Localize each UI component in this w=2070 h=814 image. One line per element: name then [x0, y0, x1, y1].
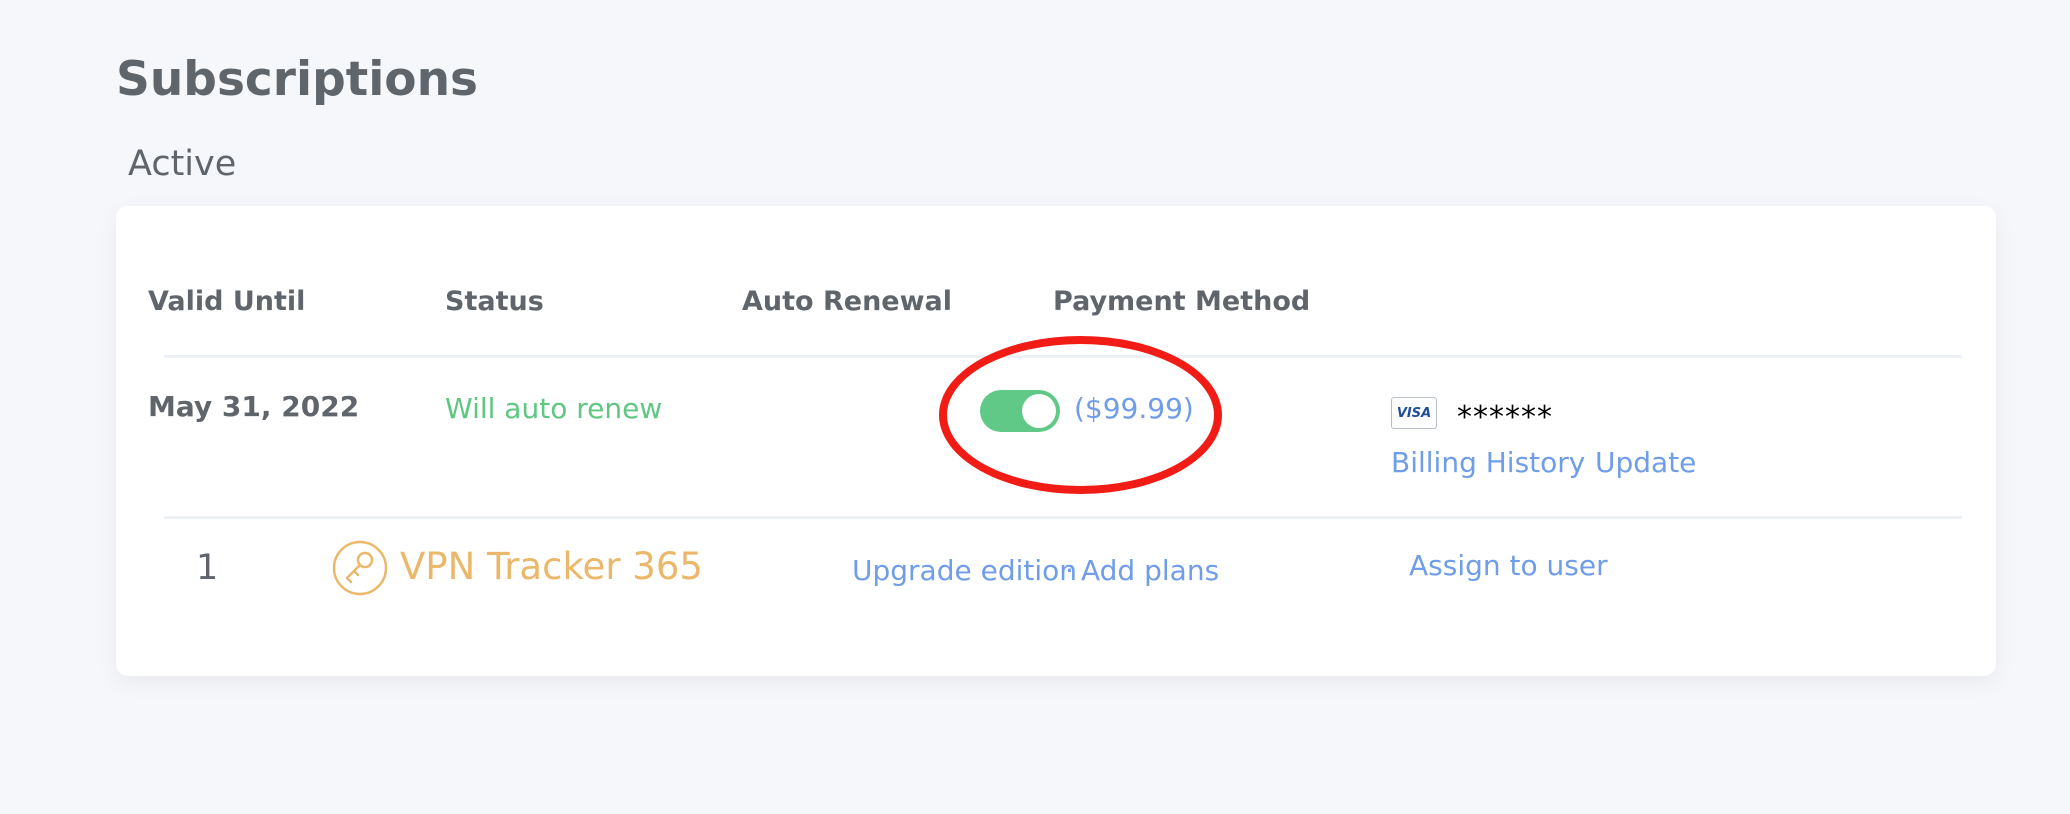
upgrade-edition-link[interactable]: Upgrade edition [852, 554, 1077, 587]
page-title: Subscriptions [116, 52, 479, 107]
add-plans-link[interactable]: Add plans [1081, 554, 1219, 587]
auto-renew-toggle[interactable] [980, 390, 1060, 432]
product-name: VPN Tracker 365 [400, 545, 703, 588]
header-status: Status [445, 286, 544, 317]
assign-to-user-link[interactable]: Assign to user [1409, 549, 1608, 582]
header-divider [164, 355, 1962, 358]
row-divider [164, 516, 1962, 519]
billing-history-link[interactable]: Billing History [1391, 446, 1585, 479]
license-count: 1 [196, 548, 219, 588]
section-title-active: Active [128, 144, 237, 184]
subscriptions-card: Valid Until Status Auto Renewal Payment … [116, 206, 1996, 676]
key-icon [332, 540, 388, 596]
status-text: Will auto renew [445, 392, 663, 425]
masked-card-number: ****** [1457, 400, 1553, 435]
header-payment-method: Payment Method [1053, 286, 1311, 317]
header-auto-renewal: Auto Renewal [742, 286, 953, 317]
visa-card-icon: VISA [1391, 397, 1437, 429]
toggle-knob [1022, 394, 1056, 428]
header-valid-until: Valid Until [148, 286, 306, 317]
link-separator: · [1065, 554, 1074, 587]
valid-until-date: May 31, 2022 [148, 390, 360, 423]
renewal-price: ($99.99) [1074, 392, 1194, 425]
update-payment-link[interactable]: Update [1595, 446, 1696, 479]
